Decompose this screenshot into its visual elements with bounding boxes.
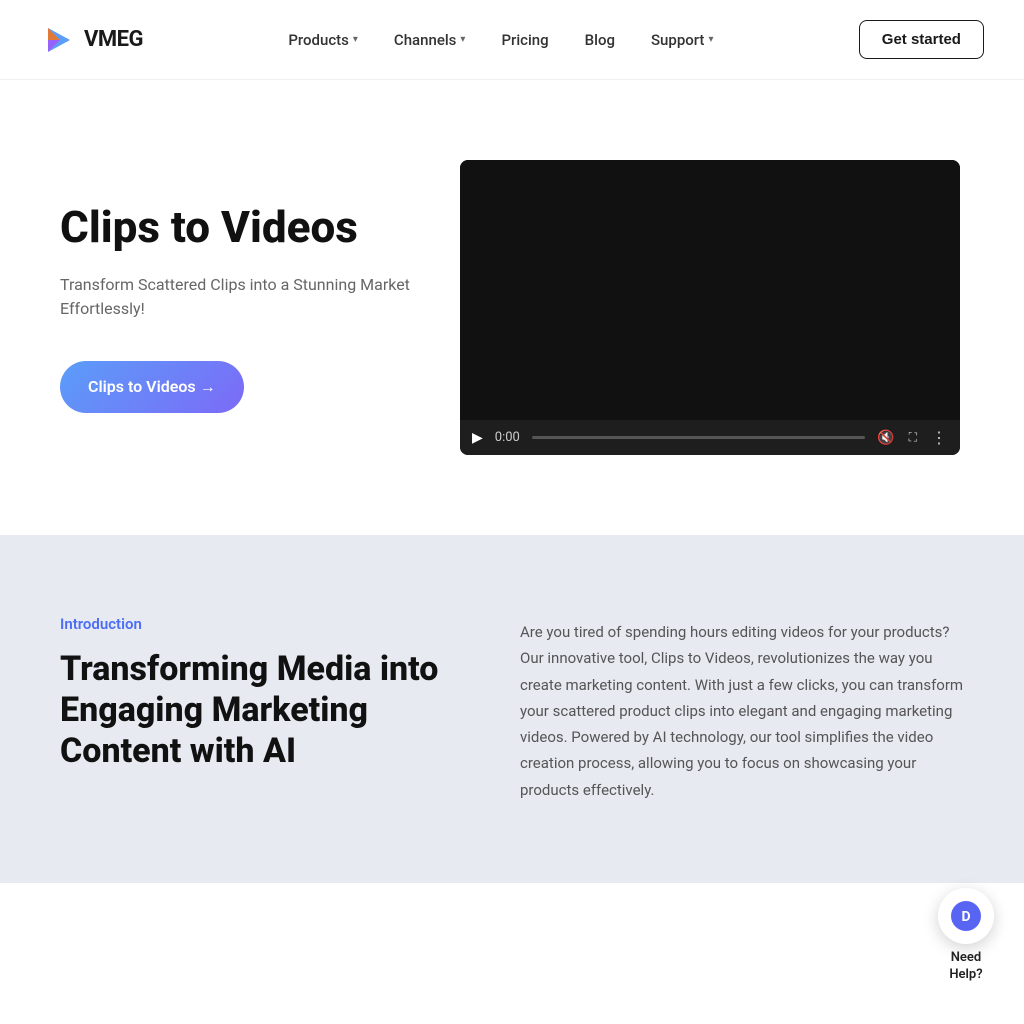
help-label: NeedHelp?	[949, 950, 982, 984]
hero-section: Clips to Videos Transform Scattered Clip…	[0, 80, 1024, 535]
intro-heading: Transforming Media into Engaging Marketi…	[60, 649, 440, 771]
logo[interactable]: VMEG	[40, 22, 143, 58]
nav-item-blog[interactable]: Blog	[585, 31, 615, 49]
vmeg-logo-icon	[40, 22, 76, 58]
logo-text: VMEG	[84, 27, 143, 52]
nav-item-support[interactable]: Support ▾	[651, 31, 714, 49]
video-screen	[460, 160, 960, 420]
mute-icon[interactable]: 🔇	[877, 430, 894, 446]
fullscreen-icon[interactable]: ⛶	[909, 430, 917, 445]
hero-title: Clips to Videos	[60, 202, 420, 253]
video-progress-bar[interactable]	[532, 436, 865, 439]
intro-body: Are you tired of spending hours editing …	[520, 619, 964, 803]
chevron-down-icon: ▾	[460, 34, 465, 45]
intro-section: Introduction Transforming Media into Eng…	[0, 535, 1024, 883]
video-player: ▶ 0:00 🔇 ⛶ ⋮	[460, 160, 960, 455]
intro-right: Are you tired of spending hours editing …	[520, 615, 964, 803]
intro-label: Introduction	[60, 615, 440, 633]
nav-item-products[interactable]: Products ▾	[288, 31, 358, 49]
hero-cta-button[interactable]: Clips to Videos →	[60, 361, 244, 413]
hero-right: ▶ 0:00 🔇 ⛶ ⋮	[460, 160, 964, 455]
video-control-icons: 🔇 ⛶ ⋮	[877, 428, 948, 447]
navbar: VMEG Products ▾ Channels ▾ Pricing Blog	[0, 0, 1024, 80]
svg-text:D: D	[961, 909, 970, 925]
more-icon[interactable]: ⋮	[931, 428, 948, 447]
help-bubble-button[interactable]: D	[938, 888, 994, 944]
nav-item-pricing[interactable]: Pricing	[501, 31, 548, 49]
video-time: 0:00	[495, 430, 520, 445]
nav-item-channels[interactable]: Channels ▾	[394, 31, 466, 49]
video-controls: ▶ 0:00 🔇 ⛶ ⋮	[460, 420, 960, 455]
chevron-down-icon: ▾	[353, 34, 358, 45]
discord-icon: D	[951, 901, 981, 931]
get-started-button[interactable]: Get started	[859, 20, 984, 59]
hero-subtitle: Transform Scattered Clips into a Stunnin…	[60, 273, 420, 321]
help-widget[interactable]: D NeedHelp?	[938, 888, 994, 984]
hero-left: Clips to Videos Transform Scattered Clip…	[60, 202, 420, 413]
intro-left: Introduction Transforming Media into Eng…	[60, 615, 440, 771]
nav-links: Products ▾ Channels ▾ Pricing Blog Suppo…	[288, 31, 713, 49]
play-icon[interactable]: ▶	[472, 430, 483, 446]
chevron-down-icon: ▾	[708, 34, 713, 45]
